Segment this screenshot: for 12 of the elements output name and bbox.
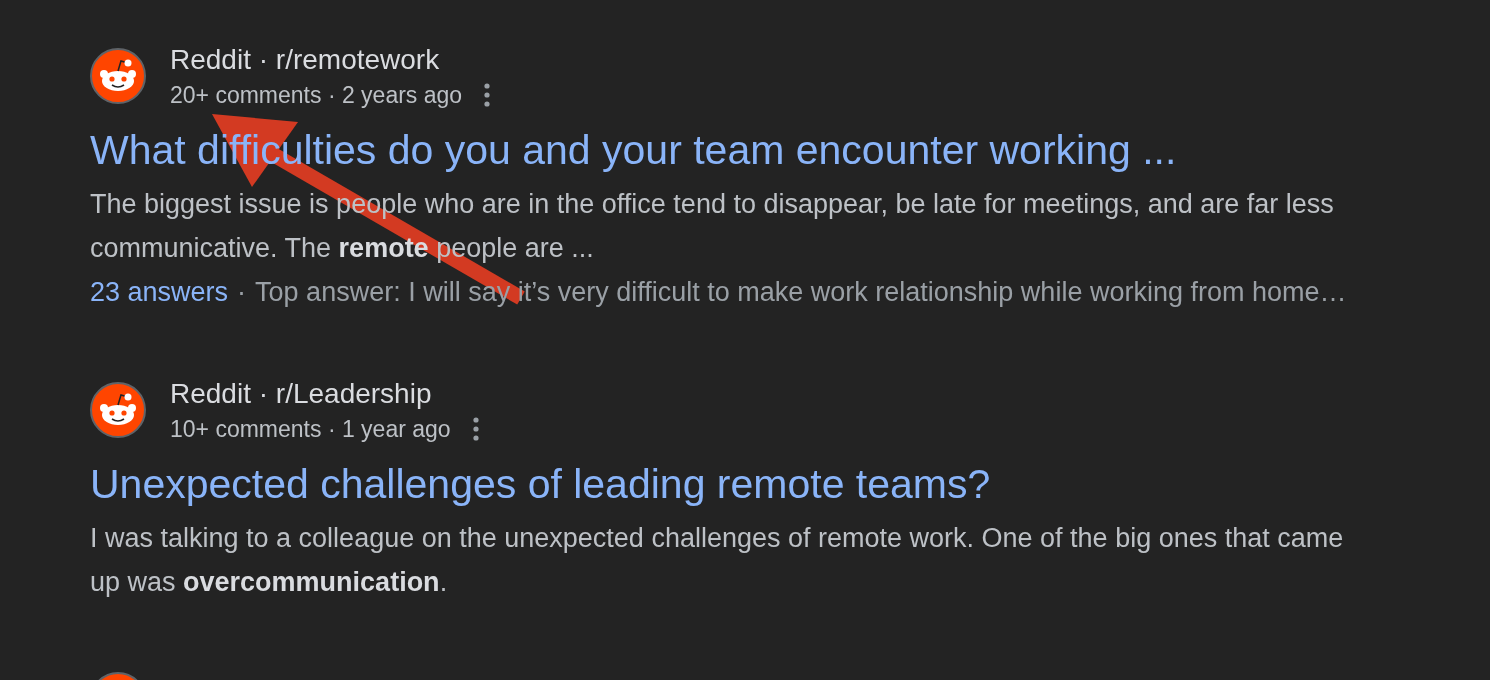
result-meta: 10+ comments · 1 year ago: [170, 416, 451, 442]
reddit-logo-icon: [90, 382, 146, 438]
source-line: Reddit · r/Leadership: [170, 380, 433, 408]
result-title-link[interactable]: Unexpected challenges of leading remote teams?: [90, 460, 991, 508]
source-line: Reddit · r/remotework: [170, 46, 441, 74]
result-snippet: I was talking to a colleague on the unexpected challenges of remote work. One of the big ones that came up was overcommunication.: [90, 522, 1345, 599]
answers-link[interactable]: 23 answers: [90, 270, 229, 314]
more-options-icon[interactable]: [484, 83, 491, 107]
separator-dot: ·: [237, 276, 247, 309]
result-meta: 20+ comments · 2 years ago: [170, 82, 463, 108]
reddit-logo-icon: [90, 48, 146, 104]
more-options-icon[interactable]: [472, 417, 479, 441]
